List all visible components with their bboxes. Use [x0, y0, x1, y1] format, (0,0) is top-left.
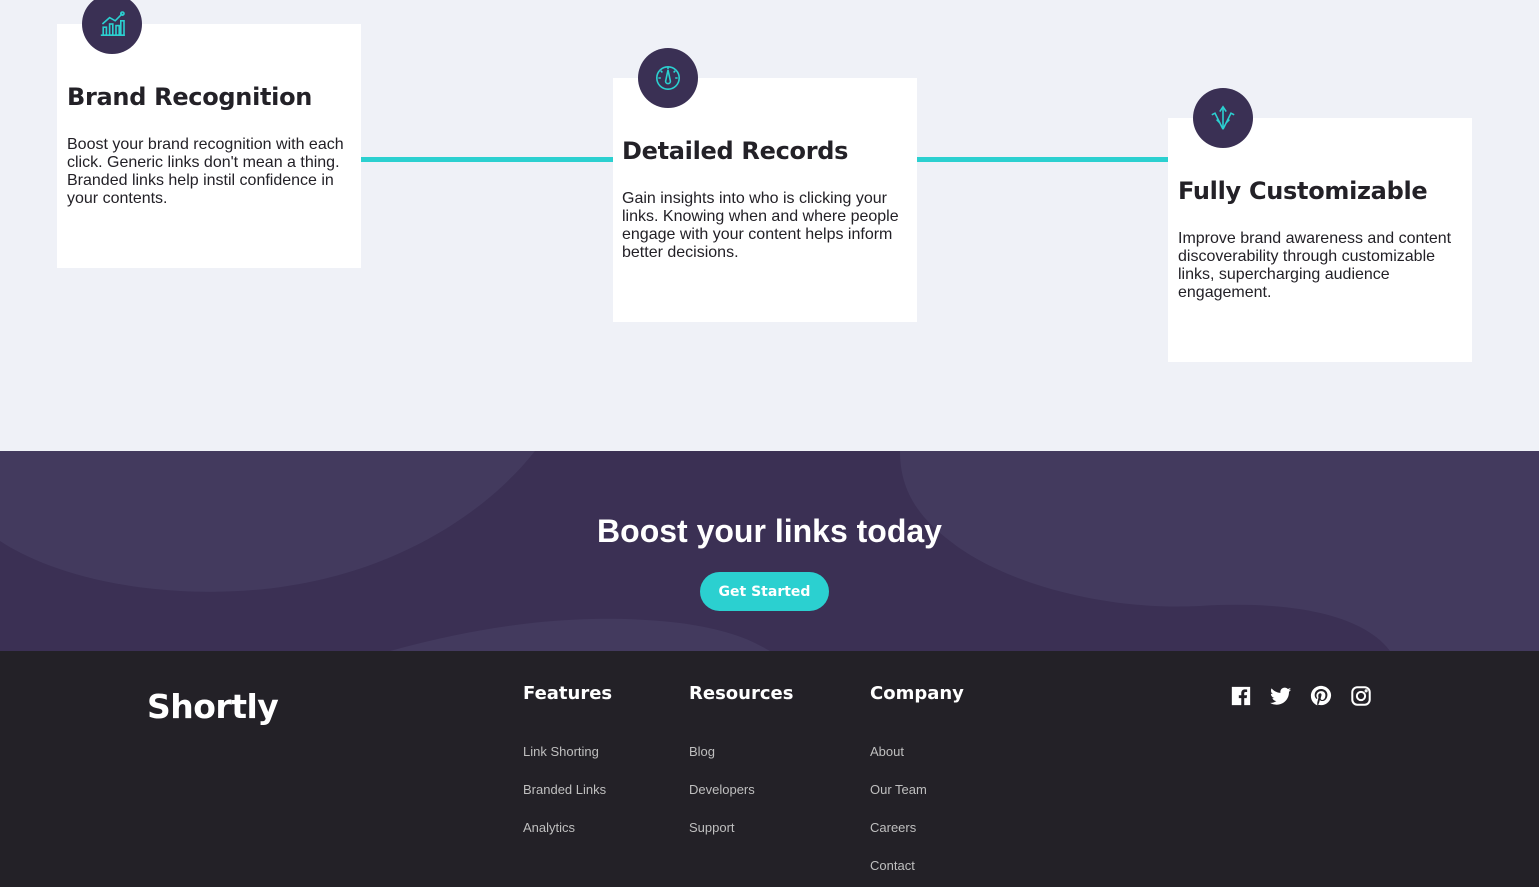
boost-cta-section: Boost your links today Get Started — [0, 451, 1539, 651]
footer-link-item: Branded Links — [523, 781, 612, 819]
footer-column-features: Features Link Shorting Branded Links Ana… — [523, 684, 612, 857]
card-title: Fully Customizable — [1178, 177, 1428, 205]
twitter-icon[interactable] — [1270, 685, 1292, 707]
column-title: Features — [523, 683, 613, 704]
instagram-icon[interactable] — [1350, 685, 1372, 707]
pinterest-icon[interactable] — [1310, 685, 1332, 707]
footer-link-item: Careers — [870, 819, 964, 857]
fully-customizable-icon — [1193, 88, 1253, 148]
cta-title: Boost your links today — [597, 513, 942, 549]
footer-link[interactable]: Analytics — [523, 820, 575, 835]
footer-link[interactable]: Our Team — [870, 782, 927, 797]
social-links — [1230, 685, 1372, 707]
footer-link[interactable]: Careers — [870, 820, 916, 835]
footer-column-resources: Resources Blog Developers Support — [689, 684, 793, 857]
footer-link[interactable]: Contact — [870, 858, 915, 873]
get-started-button[interactable]: Get Started — [700, 572, 829, 611]
footer-link-item: About — [870, 743, 964, 781]
footer-link-item: Blog — [689, 743, 793, 781]
footer-link-item: Our Team — [870, 781, 964, 819]
cta-background-shapes — [0, 451, 1539, 651]
footer-link[interactable]: Developers — [689, 782, 755, 797]
column-title: Company — [870, 683, 964, 704]
card-title: Detailed Records — [622, 137, 849, 165]
footer-link[interactable]: Blog — [689, 744, 715, 759]
footer-link-item: Support — [689, 819, 793, 857]
features-section: Brand Recognition Boost your brand recog… — [0, 0, 1539, 451]
card-text: Boost your brand recognition with each c… — [67, 136, 344, 207]
footer: Shortly Features Link Shorting Branded L… — [0, 651, 1539, 887]
detailed-records-icon — [638, 48, 698, 108]
card-title: Brand Recognition — [67, 83, 313, 111]
footer-link[interactable]: About — [870, 744, 904, 759]
footer-link[interactable]: Branded Links — [523, 782, 606, 797]
card-text: Gain insights into who is clicking your … — [622, 190, 899, 261]
footer-link[interactable]: Link Shorting — [523, 744, 599, 759]
footer-logo[interactable]: Shortly — [147, 687, 279, 726]
card-text: Improve brand awareness and content disc… — [1178, 230, 1452, 301]
footer-link-item: Analytics — [523, 819, 612, 857]
footer-link-item: Link Shorting — [523, 743, 612, 781]
footer-link-item: Contact — [870, 857, 964, 887]
connector-line — [361, 157, 613, 162]
connector-line — [917, 157, 1168, 162]
column-title: Resources — [689, 683, 794, 704]
facebook-icon[interactable] — [1230, 685, 1252, 707]
footer-column-company: Company About Our Team Careers Contact — [870, 684, 964, 887]
footer-link-item: Developers — [689, 781, 793, 819]
footer-link[interactable]: Support — [689, 820, 735, 835]
